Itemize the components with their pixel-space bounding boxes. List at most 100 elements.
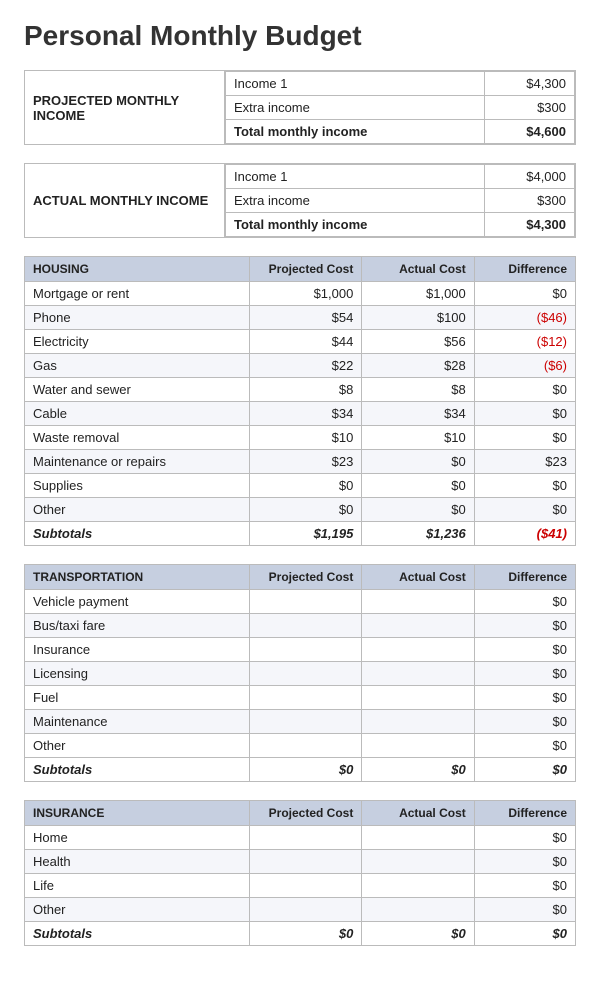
actual-cost: $10 xyxy=(362,426,474,450)
subtotal-diff: $0 xyxy=(474,922,575,946)
table-row: Licensing$0 xyxy=(25,662,576,686)
table-row: Water and sewer$8$8$0 xyxy=(25,378,576,402)
subtotal-row: Subtotals$1,195$1,236($41) xyxy=(25,522,576,546)
table-row: Gas$22$28($6) xyxy=(25,354,576,378)
subtotal-actual: $0 xyxy=(362,922,474,946)
table-row: Vehicle payment$0 xyxy=(25,590,576,614)
subtotal-actual: $1,236 xyxy=(362,522,474,546)
row-label: Water and sewer xyxy=(25,378,250,402)
table-row: Electricity$44$56($12) xyxy=(25,330,576,354)
row-label: Gas xyxy=(25,354,250,378)
row-label: Fuel xyxy=(25,686,250,710)
actual-cost xyxy=(362,590,474,614)
projected-cost xyxy=(249,590,361,614)
subtotal-proj: $0 xyxy=(249,922,361,946)
actual-cost: $56 xyxy=(362,330,474,354)
col-header-1: Actual Cost xyxy=(362,801,474,826)
difference: $23 xyxy=(474,450,575,474)
row-label: Home xyxy=(25,826,250,850)
categories-container: HOUSINGProjected CostActual CostDifferen… xyxy=(24,256,576,946)
subtotal-label: Subtotals xyxy=(25,922,250,946)
row-label: Maintenance or repairs xyxy=(25,450,250,474)
actual-income-row-1: Extra income $300 xyxy=(226,189,575,213)
row-label: Electricity xyxy=(25,330,250,354)
table-row: Supplies$0$0$0 xyxy=(25,474,576,498)
difference: ($6) xyxy=(474,354,575,378)
table-row: Life $0 xyxy=(25,874,576,898)
table-row: Phone$54$100($46) xyxy=(25,306,576,330)
table-row: Other $0 xyxy=(25,734,576,758)
difference: $0 xyxy=(474,282,575,306)
table-row: Maintenance or repairs$23$0$23 xyxy=(25,450,576,474)
actual-cost xyxy=(362,662,474,686)
subtotal-label: Subtotals xyxy=(25,522,250,546)
row-label: Other xyxy=(25,734,250,758)
table-row: Maintenance$0 xyxy=(25,710,576,734)
row-label: Phone xyxy=(25,306,250,330)
projected-cost xyxy=(249,710,361,734)
table-row: Mortgage or rent$1,000$1,000$0 xyxy=(25,282,576,306)
actual-income-section: ACTUAL MONTHLY INCOME Income 1 $4,000 Ex… xyxy=(24,163,576,238)
difference: ($12) xyxy=(474,330,575,354)
actual-income-total: Total monthly income $4,300 xyxy=(226,213,575,237)
actual-cost: $8 xyxy=(362,378,474,402)
difference: $0 xyxy=(474,686,575,710)
projected-income-label: PROJECTED MONTHLY INCOME xyxy=(25,71,225,145)
projected-cost: $0 xyxy=(249,474,361,498)
row-label: Other xyxy=(25,898,250,922)
projected-cost: $10 xyxy=(249,426,361,450)
table-row: Insurance $0 xyxy=(25,638,576,662)
difference: ($46) xyxy=(474,306,575,330)
projected-cost xyxy=(249,850,361,874)
difference: $0 xyxy=(474,426,575,450)
category-section-0: HOUSINGProjected CostActual CostDifferen… xyxy=(24,256,576,546)
table-row: Other $0 xyxy=(25,898,576,922)
row-label: Other xyxy=(25,498,250,522)
col-header-1: Actual Cost xyxy=(362,565,474,590)
col-header-0: Projected Cost xyxy=(249,801,361,826)
subtotal-actual: $0 xyxy=(362,758,474,782)
actual-cost xyxy=(362,898,474,922)
col-header-0: Projected Cost xyxy=(249,257,361,282)
actual-cost: $100 xyxy=(362,306,474,330)
row-label: Life xyxy=(25,874,250,898)
table-row: Other$0$0$0 xyxy=(25,498,576,522)
row-label: Maintenance xyxy=(25,710,250,734)
cat-header-1: TRANSPORTATIONProjected CostActual CostD… xyxy=(25,565,576,590)
difference: $0 xyxy=(474,850,575,874)
table-row: Bus/taxi fare$0 xyxy=(25,614,576,638)
difference: $0 xyxy=(474,898,575,922)
actual-cost xyxy=(362,850,474,874)
row-label: Waste removal xyxy=(25,426,250,450)
projected-cost xyxy=(249,898,361,922)
projected-cost xyxy=(249,614,361,638)
projected-cost: $1,000 xyxy=(249,282,361,306)
subtotal-proj: $1,195 xyxy=(249,522,361,546)
col-header-0: Projected Cost xyxy=(249,565,361,590)
col-header-2: Difference xyxy=(474,565,575,590)
table-row: Health$0 xyxy=(25,850,576,874)
difference: $0 xyxy=(474,378,575,402)
difference: $0 xyxy=(474,590,575,614)
projected-cost xyxy=(249,686,361,710)
col-header-2: Difference xyxy=(474,257,575,282)
difference: $0 xyxy=(474,734,575,758)
projected-cost xyxy=(249,734,361,758)
projected-cost: $23 xyxy=(249,450,361,474)
row-label: Insurance xyxy=(25,638,250,662)
difference: $0 xyxy=(474,614,575,638)
difference: $0 xyxy=(474,874,575,898)
actual-cost: $0 xyxy=(362,474,474,498)
cat-name-label: TRANSPORTATION xyxy=(25,565,250,590)
table-row: Cable$34$34$0 xyxy=(25,402,576,426)
actual-cost xyxy=(362,734,474,758)
projected-income-row-1: Extra income $300 xyxy=(226,96,575,120)
actual-cost: $34 xyxy=(362,402,474,426)
projected-cost: $0 xyxy=(249,498,361,522)
actual-cost xyxy=(362,614,474,638)
actual-income-row-0: Income 1 $4,000 xyxy=(226,165,575,189)
difference: $0 xyxy=(474,638,575,662)
projected-cost: $8 xyxy=(249,378,361,402)
subtotal-row: Subtotals$0$0$0 xyxy=(25,922,576,946)
row-label: Cable xyxy=(25,402,250,426)
